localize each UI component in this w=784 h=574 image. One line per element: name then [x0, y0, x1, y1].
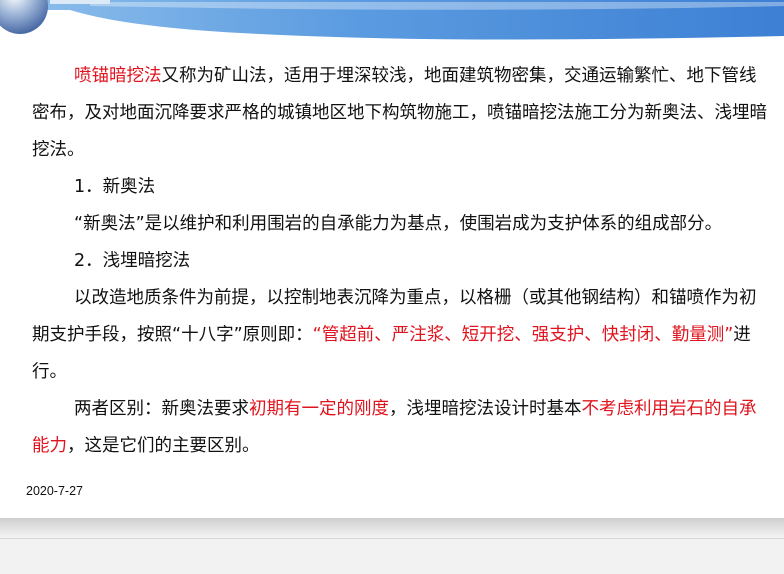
slide-body: 喷锚暗挖法又称为矿山法，适用于埋深较浅，地面建筑物密集，交通运输繁忙、地下管线密… [32, 58, 772, 465]
header-banner [0, 0, 784, 40]
paragraph-intro: 喷锚暗挖法又称为矿山法，适用于埋深较浅，地面建筑物密集，交通运输繁忙、地下管线密… [32, 58, 772, 169]
body-text: 两者区别：新奥法要求 [74, 399, 249, 419]
body-text: ，这是它们的主要区别。 [67, 436, 260, 456]
highlighted-text: “管超前、严注浆、短开挖、强支护、快封闭、勤量测” [312, 325, 734, 345]
orb-icon [0, 0, 48, 34]
heading-shallow-tunneling-method: 2．浅埋暗挖法 [74, 251, 191, 271]
paragraph-new-austrian-method: “新奥法”是以维护和利用围岩的自承能力为基点，使围岩成为支护体系的组成部分。 [74, 214, 723, 234]
slide-bottom-edge [0, 518, 784, 538]
body-text: ，浅埋暗挖法设计时基本 [389, 399, 582, 419]
paragraph-difference: 两者区别：新奥法要求初期有一定的刚度，浅埋暗挖法设计时基本不考虑利用岩石的自承能… [32, 391, 772, 465]
heading-new-austrian-method: 1．新奥法 [74, 177, 156, 197]
status-bar [0, 538, 784, 574]
highlighted-text: 喷锚暗挖法 [74, 66, 162, 86]
highlighted-text: 初期有一定的刚度 [249, 399, 389, 419]
paragraph-shallow-tunneling-method: 以改造地质条件为前提，以控制地表沉降为重点，以格栅（或其他钢结构）和锚喷作为初期… [32, 280, 772, 391]
slide-date: 2020-7-27 [26, 484, 83, 498]
